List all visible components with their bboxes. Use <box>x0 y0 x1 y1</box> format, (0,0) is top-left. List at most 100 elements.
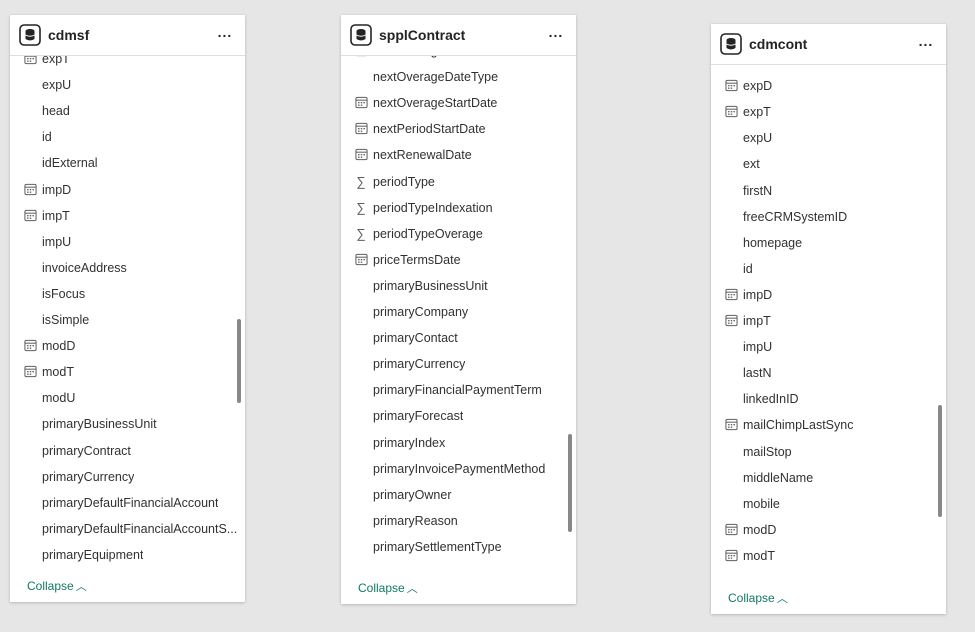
field-row[interactable]: ∑ periodType <box>341 170 562 196</box>
field-row[interactable]: primaryCurrency <box>341 352 562 378</box>
calendar-icon <box>724 314 738 328</box>
field-row[interactable]: isSimple <box>10 308 231 334</box>
field-label: primaryFinancialPaymentTerm <box>373 383 542 398</box>
field-row[interactable]: impU <box>711 335 932 361</box>
field-row[interactable]: expT <box>711 100 932 126</box>
field-list[interactable]: email expD expT expU ext firstN freeCRMSystemI… <box>711 65 946 574</box>
field-row[interactable]: modT <box>10 360 231 386</box>
field-row[interactable]: ext <box>711 152 932 178</box>
more-options-button[interactable]: ... <box>544 25 568 45</box>
more-options-button[interactable]: ... <box>213 25 237 45</box>
field-row[interactable]: lastN <box>711 361 932 387</box>
field-row[interactable]: primaryDefaultFinancialAccountS... <box>10 517 237 543</box>
field-label: primaryIndex <box>373 435 446 450</box>
field-row[interactable]: nextRenewalDate <box>341 143 562 169</box>
field-row[interactable]: head <box>10 99 231 125</box>
field-label: isFocus <box>42 286 86 301</box>
collapse-button[interactable]: Collapse ︿ <box>728 590 788 606</box>
scrollbar-thumb[interactable] <box>237 319 241 403</box>
field-list[interactable]: nextOverageDate nextOverageDateType nextOv… <box>341 56 576 564</box>
field-row[interactable]: linkedInID <box>711 387 932 413</box>
table-card-spplcontract[interactable]: spplContract ... nextOverageDatenextOver… <box>341 15 576 604</box>
field-row[interactable]: primarySettlementType <box>341 535 562 561</box>
field-row[interactable]: primaryContact <box>341 326 562 352</box>
field-row[interactable]: middleName <box>711 466 932 492</box>
field-list[interactable]: expT expU head id idExternal impD impT impU invo… <box>10 56 245 562</box>
field-label: expU <box>743 131 773 146</box>
field-row[interactable]: modD <box>10 334 231 360</box>
field-label: primaryCompany <box>373 305 469 319</box>
field-row[interactable]: modU <box>711 570 932 574</box>
calendar-icon <box>724 105 738 119</box>
field-row[interactable]: modT <box>711 544 932 570</box>
field-row[interactable]: impT <box>711 309 932 335</box>
field-row[interactable]: ∑ periodTypeIndexation <box>341 196 562 222</box>
field-label: nextRenewalDate <box>373 148 472 163</box>
calendar-icon <box>724 418 738 432</box>
field-row[interactable]: idExternal <box>10 151 231 177</box>
table-card-cdmcont[interactable]: cdmcont ... email expD expT expU ext firstN fr… <box>711 24 946 614</box>
field-row[interactable]: impT <box>10 204 231 230</box>
field-row[interactable]: nextPeriodStartDate <box>341 117 562 143</box>
field-row[interactable]: mailChimpLastSync <box>711 413 932 439</box>
field-row[interactable]: expD <box>711 74 932 100</box>
field-row[interactable]: homepage <box>711 231 932 257</box>
field-row[interactable]: mailStop <box>711 440 932 466</box>
field-row[interactable]: modD <box>711 518 932 544</box>
field-row[interactable]: nextOverageDate <box>341 56 562 65</box>
field-row[interactable]: freeCRMSystemID <box>711 205 932 231</box>
field-row[interactable]: impD <box>711 283 932 309</box>
field-row[interactable]: primaryBusinessUnit <box>10 412 231 438</box>
field-row[interactable]: isFocus <box>10 282 231 308</box>
field-label: impU <box>743 340 773 355</box>
more-options-button[interactable]: ... <box>914 34 938 54</box>
field-row[interactable]: modU <box>10 386 231 412</box>
field-label: nextOverageStartDate <box>373 96 498 111</box>
field-label: ext <box>743 157 760 172</box>
field-label: primaryCurrency <box>373 357 466 372</box>
field-row[interactable]: nextOverageDateType <box>341 65 562 91</box>
field-row[interactable]: expT <box>10 56 231 73</box>
field-row[interactable]: invoiceAddress <box>10 256 231 282</box>
calendar-icon <box>724 79 738 93</box>
field-row[interactable]: primaryCurrency <box>10 465 231 491</box>
field-row[interactable]: impU <box>10 230 231 256</box>
field-row[interactable]: ∑ periodTypeOverage <box>341 222 562 248</box>
field-label: homepage <box>743 235 803 250</box>
field-label: middleName <box>743 470 814 485</box>
scrollbar-thumb[interactable] <box>568 434 572 532</box>
table-card-cdmsf[interactable]: cdmsf ... expT expU head id idExternal impD im… <box>10 15 245 602</box>
field-row[interactable]: primaryOwner <box>341 483 562 509</box>
collapse-button[interactable]: Collapse ︿ <box>358 580 418 596</box>
field-label: impT <box>42 208 70 223</box>
field-row[interactable]: primaryEquipment <box>10 543 231 562</box>
field-row[interactable]: primaryReason <box>341 509 562 535</box>
field-row[interactable]: primaryForecast <box>341 404 562 430</box>
field-row[interactable]: primaryContract <box>10 439 231 465</box>
field-label: primaryContact <box>373 331 458 346</box>
card-title: cdmcont <box>749 36 808 52</box>
field-row[interactable]: nextOverageStartDate <box>341 91 562 117</box>
field-row[interactable]: primaryFinancialPaymentTerm <box>341 378 562 404</box>
field-row[interactable]: primaryCompany <box>341 300 562 326</box>
field-row[interactable]: primaryIndex <box>341 431 562 457</box>
field-row[interactable]: mobile <box>711 492 932 518</box>
collapse-button[interactable]: Collapse ︿ <box>27 578 87 594</box>
field-label: expT <box>743 105 771 120</box>
calendar-icon <box>23 365 37 379</box>
field-row[interactable]: email <box>711 65 932 74</box>
field-row[interactable]: id <box>711 257 932 283</box>
field-row[interactable]: primaryDefaultFinancialAccount <box>10 491 231 517</box>
field-row[interactable]: primaryBusinessUnit <box>341 274 562 300</box>
field-row[interactable]: expU <box>10 73 231 99</box>
field-row[interactable]: firstN <box>711 179 932 205</box>
field-row[interactable]: expU <box>711 126 932 152</box>
scrollbar-thumb[interactable] <box>938 405 942 517</box>
field-row[interactable]: primaryInvoicePaymentMethod <box>341 457 562 483</box>
field-row[interactable]: id <box>10 125 231 151</box>
field-row[interactable]: impD <box>10 178 231 204</box>
field-label: primaryDefaultFinancialAccount <box>42 495 219 510</box>
field-label: primaryOwner <box>373 487 452 502</box>
calendar-icon <box>354 96 368 110</box>
field-row[interactable]: priceTermsDate <box>341 248 562 274</box>
